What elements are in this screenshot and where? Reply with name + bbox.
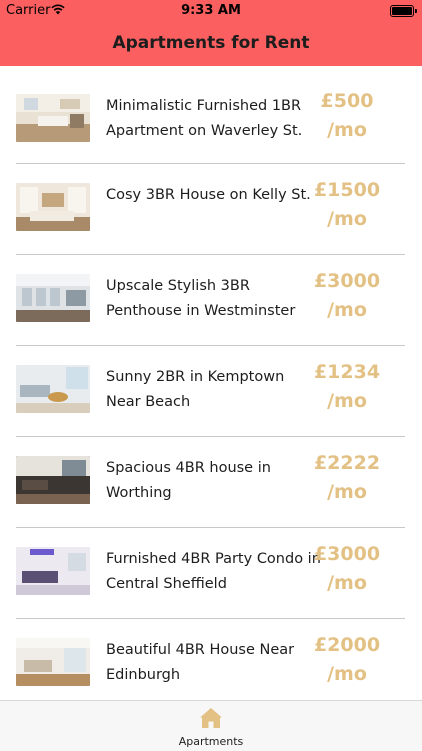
listing-price: £3000 /mo	[307, 267, 387, 325]
listing-price: £1500 /mo	[307, 176, 387, 234]
price-amount: £2222	[313, 452, 381, 474]
tab-apartments[interactable]: Apartments	[161, 701, 261, 751]
listing-row[interactable]: Sunny 2BR in Kemptown Near Beach £1234 /…	[16, 346, 405, 437]
price-amount: £1500	[313, 179, 381, 201]
price-unit: /mo	[327, 119, 367, 141]
listing-photo	[16, 638, 90, 686]
price-unit: /mo	[327, 299, 367, 321]
listing-title: Furnished 4BR Party Condo in Central She…	[106, 551, 321, 592]
listing-title: Beautiful 4BR House Near Edinburgh	[106, 642, 295, 683]
price-amount: £3000	[313, 270, 381, 292]
price-unit: /mo	[327, 481, 367, 503]
listing-price: £1234 /mo	[307, 358, 387, 416]
price-unit: /mo	[327, 390, 367, 412]
price-amount: £500	[320, 90, 374, 112]
listing-row[interactable]: Beautiful 4BR House Near Edinburgh £2000…	[16, 619, 405, 700]
price-unit: /mo	[327, 208, 367, 230]
tab-label: Apartments	[178, 735, 244, 748]
listing-row[interactable]: Minimalistic Furnished 1BR Apartment on …	[16, 66, 405, 164]
listing-title: Sunny 2BR in Kemptown Near Beach	[106, 369, 285, 410]
price-amount: £2000	[313, 634, 381, 656]
listing-price: £2222 /mo	[307, 449, 387, 507]
listing-photo	[16, 365, 90, 413]
listing-photo	[16, 183, 90, 231]
listing-title: Spacious 4BR house in Worthing	[106, 460, 271, 501]
listing-price: £2000 /mo	[307, 631, 387, 689]
listing-title: Upscale Stylish 3BR Penthouse in Westmin…	[106, 278, 296, 319]
price-unit: /mo	[327, 572, 367, 594]
listing-photo	[16, 94, 90, 142]
home-icon	[200, 708, 222, 728]
listing-row[interactable]: Spacious 4BR house in Worthing £2222 /mo	[16, 437, 405, 528]
clock: 9:33 AM	[181, 3, 241, 18]
listing-price: £3000 /mo	[307, 540, 387, 598]
price-amount: £1234	[313, 361, 381, 383]
listing-photo	[16, 456, 90, 504]
price-amount: £3000	[313, 543, 381, 565]
tab-bar: Apartments	[0, 700, 422, 751]
listing-price: £500 /mo	[307, 87, 387, 145]
battery-icon	[390, 5, 417, 17]
price-unit: /mo	[327, 663, 367, 685]
listing-title: Minimalistic Furnished 1BR Apartment on …	[106, 98, 303, 139]
status-bar: Carrier 9:33 AM	[0, 0, 422, 22]
listing-row[interactable]: Furnished 4BR Party Condo in Central She…	[16, 528, 405, 619]
listing-row[interactable]: Upscale Stylish 3BR Penthouse in Westmin…	[16, 255, 405, 346]
page-title: Apartments for Rent	[112, 33, 310, 53]
nav-header: Carrier 9:33 AM Apartments for Rent	[0, 0, 422, 66]
listing-title: Cosy 3BR House on Kelly St.	[106, 187, 311, 203]
listing-photo	[16, 274, 90, 322]
listing-list[interactable]: Minimalistic Furnished 1BR Apartment on …	[0, 66, 422, 700]
listing-row[interactable]: Cosy 3BR House on Kelly St. £1500 /mo	[16, 164, 405, 255]
listing-photo	[16, 547, 90, 595]
